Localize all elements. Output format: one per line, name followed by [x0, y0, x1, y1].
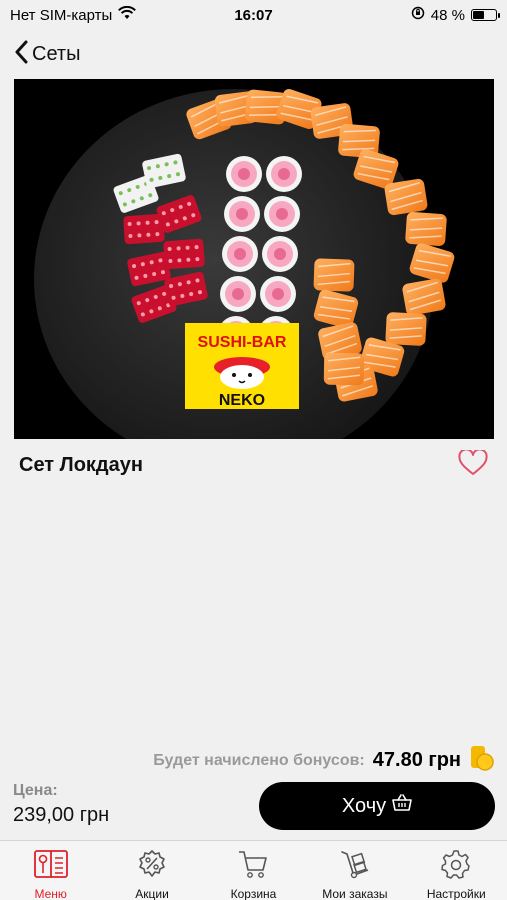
product-title-row: Сет Локдаун — [19, 447, 489, 482]
salmon-roll — [313, 258, 355, 292]
basket-icon — [392, 794, 412, 818]
pink-roll — [222, 236, 258, 272]
salmon-roll — [402, 278, 446, 316]
salmon-roll — [384, 178, 428, 216]
bonus-row: Будет начислено бонусов: 47.80 грн — [153, 744, 495, 777]
pink-roll — [260, 276, 296, 312]
tobiko-roll — [123, 213, 165, 245]
bonus-label: Будет начислено бонусов: — [153, 751, 365, 769]
sushi-bar-neko-logo: SUSHI-BAR NEKO — [185, 323, 299, 409]
pink-roll — [264, 196, 300, 232]
wifi-icon — [118, 5, 137, 24]
gear-icon — [441, 849, 471, 884]
tab-orders-label: Мои заказы — [322, 887, 388, 900]
orientation-lock-icon — [411, 6, 425, 24]
product-title: Сет Локдаун — [19, 453, 143, 476]
status-right: 48 % — [411, 6, 500, 24]
price-label: Цена: — [13, 782, 58, 799]
tab-promo-label: Акции — [135, 887, 169, 900]
tab-settings[interactable]: Настройки — [406, 849, 506, 900]
pink-roll — [224, 196, 260, 232]
battery-percent: 48 % — [430, 6, 465, 24]
tab-menu[interactable]: Меню — [1, 849, 101, 900]
favorite-button[interactable] — [457, 447, 489, 481]
tab-settings-label: Настройки — [426, 887, 486, 900]
pink-roll — [262, 236, 298, 272]
tobiko-roll — [163, 238, 205, 270]
nav-bar: Сеты — [0, 36, 507, 72]
tab-menu-label: Меню — [34, 887, 67, 900]
tab-bar: Меню Акции Корзина Мои заказы Настройки — [0, 840, 507, 900]
pink-roll — [220, 276, 256, 312]
bonus-value: 47.80 грн — [372, 749, 461, 771]
tab-cart[interactable]: Корзина — [203, 849, 303, 900]
salmon-roll — [385, 312, 427, 346]
sushi-set-illustration: SUSHI-BAR NEKO — [14, 79, 494, 439]
tab-promo[interactable]: Акции — [102, 849, 202, 900]
salmon-roll — [405, 212, 447, 246]
logo-text-top: SUSHI-BAR — [198, 334, 287, 351]
tab-orders[interactable]: Мои заказы — [305, 849, 405, 900]
back-label: Сеты — [32, 42, 81, 65]
salmon-roll — [323, 352, 365, 386]
want-label: Хочу — [341, 794, 387, 817]
back-button[interactable]: Сеты — [14, 40, 80, 69]
price-value: 239,00 грн — [13, 804, 110, 826]
hand-truck-icon — [339, 849, 371, 884]
coins-icon — [469, 744, 495, 777]
logo-text-bottom: NEKO — [219, 392, 265, 409]
status-bar: Нет SIM-карты 16:07 48 % — [0, 0, 507, 30]
status-left: Нет SIM-карты — [10, 5, 137, 24]
menu-book-icon — [33, 849, 69, 884]
want-button[interactable]: Хочу — [259, 782, 495, 830]
battery-icon — [471, 9, 500, 21]
product-image: SUSHI-BAR NEKO — [14, 79, 494, 439]
battery-level — [473, 11, 484, 19]
heart-icon — [458, 447, 488, 481]
chevron-left-icon — [14, 40, 28, 69]
carrier-label: Нет SIM-карты — [10, 6, 113, 24]
pink-roll — [266, 156, 302, 192]
discount-badge-icon — [137, 849, 167, 884]
cart-icon — [237, 849, 269, 884]
pink-roll — [226, 156, 262, 192]
tab-cart-label: Корзина — [230, 887, 277, 900]
